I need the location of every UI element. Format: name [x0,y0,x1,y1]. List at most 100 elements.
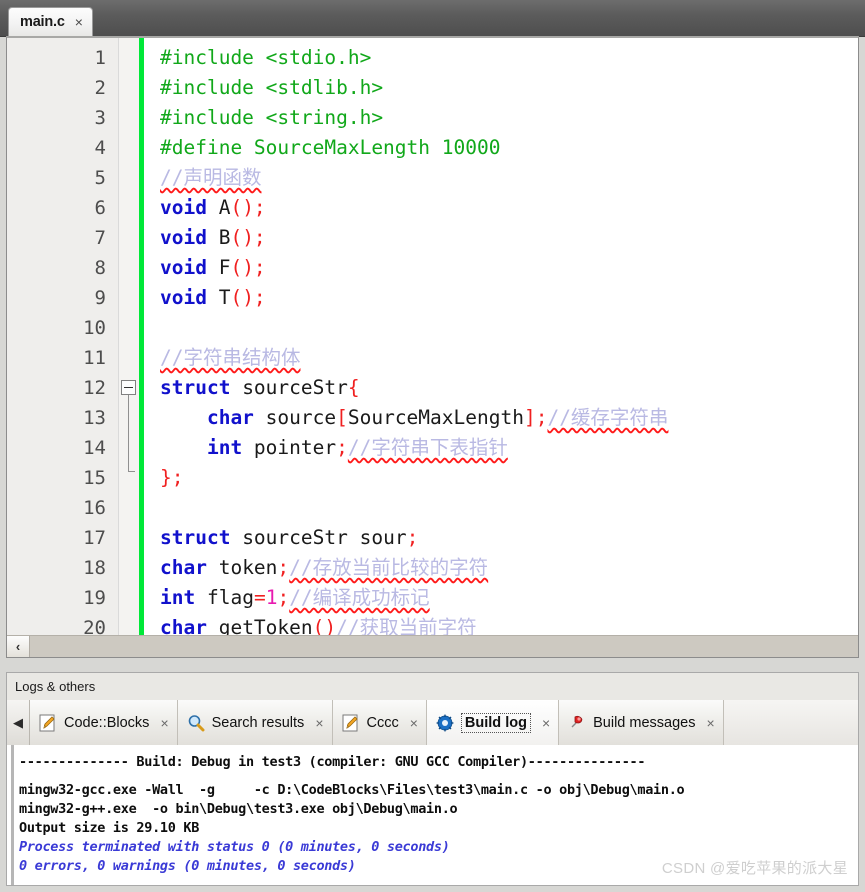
code-token: }; [160,466,184,489]
code-line[interactable]: void T(); [144,283,858,313]
code-line[interactable] [144,313,858,343]
editor-tab-bar: main.c × [0,0,865,37]
line-number: 10 [83,317,106,339]
code-line[interactable]: #include <string.h> [144,103,858,133]
code-token: int [160,586,196,609]
fold-cell[interactable] [119,133,139,163]
fold-cell[interactable] [119,313,139,343]
scroll-track[interactable] [30,636,858,657]
editor-horizontal-scrollbar[interactable]: ‹ [7,635,858,657]
code-line[interactable]: struct sourceStr{ [144,373,858,403]
code-line[interactable]: }; [144,463,858,493]
fold-cell[interactable] [119,343,139,373]
pencil-icon [39,714,57,732]
code-line[interactable]: #include <stdio.h> [144,43,858,73]
code-token: #include <stdlib.h> [160,76,384,99]
log-tab-cccc[interactable]: Cccc × [332,700,427,745]
code-token: token [206,556,278,579]
code-token: B [206,226,231,249]
code-token: #include <stdio.h> [160,46,372,69]
fold-collapse-icon[interactable] [121,380,136,395]
code-token: F [206,256,231,279]
fold-cell[interactable] [119,403,139,433]
line-number: 13 [83,407,106,429]
line-number: 4 [94,137,106,159]
fold-cell[interactable] [119,553,139,583]
scroll-left-arrow-icon[interactable]: ‹ [7,636,30,657]
fold-cell[interactable] [119,73,139,103]
fold-cell[interactable] [119,463,139,493]
log-line: Output size is 29.10 KB [19,820,200,836]
code-token: //字符串下表指针 [347,436,508,459]
code-line[interactable]: //声明函数 [144,163,858,193]
code-token: 1 [265,586,278,609]
fold-cell[interactable] [119,163,139,193]
code-token: //存放当前比较的字符 [289,556,489,579]
code-token: void [160,256,207,279]
code-token: char [160,556,207,579]
code-line[interactable]: int flag=1;//编译成功标记 [144,583,858,613]
fold-cell[interactable] [119,523,139,553]
code-token: ]; [523,406,548,429]
line-number: 17 [83,527,106,549]
log-tab-build-log[interactable]: Build log × [426,700,560,745]
line-number-gutter: 1 2 3 4 5 6 7 8 9 10 11 12 13 14 15 16 17 18 19 20 [7,38,119,657]
log-tab-code-blocks[interactable]: Code::Blocks × [30,700,178,745]
line-number: 1 [94,47,106,69]
line-number: 3 [94,107,106,129]
code-token: sourceStr [230,376,348,399]
tab-scroll-left-icon[interactable]: ◀ [7,700,30,745]
code-token: A [206,196,231,219]
close-icon[interactable]: × [315,715,323,731]
fold-cell[interactable] [119,193,139,223]
fold-cell[interactable] [119,583,139,613]
code-line[interactable]: void B(); [144,223,858,253]
code-token: //声明函数 [160,166,262,189]
fold-cell[interactable] [119,43,139,73]
fold-cell[interactable] [119,253,139,283]
close-icon[interactable]: × [75,15,83,29]
fold-cell[interactable] [119,283,139,313]
code-token: T [206,286,231,309]
fold-cell[interactable] [119,373,139,472]
fold-cell[interactable] [119,433,139,463]
code-token: ; [277,586,290,609]
code-line[interactable]: void A(); [144,193,858,223]
fold-cell[interactable] [119,103,139,133]
code-line[interactable]: struct sourceStr sour; [144,523,858,553]
log-tab-search-results[interactable]: Search results × [177,700,333,745]
fold-cell[interactable] [119,223,139,253]
log-tab-build-messages[interactable]: Build messages × [559,700,724,745]
editor-tab-label: main.c [20,14,65,30]
code-line[interactable]: //字符串结构体 [144,343,858,373]
close-icon[interactable]: × [160,715,168,731]
code-folding-margin[interactable] [119,38,139,657]
code-line[interactable]: char token;//存放当前比较的字符 [144,553,858,583]
code-line[interactable]: void F(); [144,253,858,283]
close-icon[interactable]: × [706,715,714,731]
close-icon[interactable]: × [410,715,418,731]
code-line[interactable]: #include <stdlib.h> [144,73,858,103]
code-line[interactable]: int pointer;//字符串下表指针 [144,433,858,463]
line-number: 11 [83,347,106,369]
code-editor[interactable]: 1 2 3 4 5 6 7 8 9 10 11 12 13 14 15 16 17 18 19 20 #include… [6,36,859,658]
code-line[interactable]: char source[SourceMaxLength];//缓存字符串 [144,403,858,433]
code-text-area[interactable]: #include <stdio.h> #include <stdlib.h> #in… [144,38,858,657]
code-token: [ [336,406,348,429]
code-line[interactable] [144,493,858,523]
pencil-icon [342,714,360,732]
close-icon[interactable]: × [542,715,550,731]
codeblocks-window: main.c × 1 2 3 4 5 6 7 8 9 10 11 12 13 14 15 16 17 18 19 20… [0,0,865,892]
line-number: 7 [94,227,106,249]
code-line[interactable]: #define SourceMaxLength 10000 [144,133,858,163]
code-token: #define SourceMaxLength 10000 [160,136,501,159]
logs-tab-bar[interactable]: ◀ Code::Blocks × Search results × Cccc × Build… [6,700,859,745]
code-token: (); [230,196,266,219]
gear-icon [436,714,454,732]
code-token: ; [336,436,348,459]
code-token: void [160,196,207,219]
editor-tab-main-c[interactable]: main.c × [8,7,93,36]
pin-icon [568,714,586,732]
fold-cell[interactable] [119,493,139,523]
